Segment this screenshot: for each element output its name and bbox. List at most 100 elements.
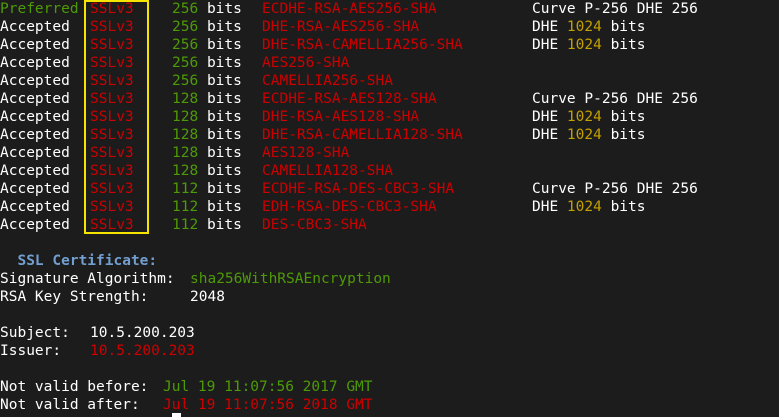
key-exchange-unit: bits — [601, 127, 646, 143]
subject-label: Subject: — [0, 325, 88, 341]
cipher-bits-unit: bits — [206, 127, 242, 143]
key-exchange: DHE 1024 bits — [532, 18, 646, 36]
key-exchange-label: DHE — [532, 37, 567, 53]
cipher-bits-value: 256 — [172, 55, 199, 71]
cipher-bits: 112 bits — [172, 180, 242, 198]
signature-line: Signature Algorithm: sha256WithRSAEncryp… — [0, 270, 779, 288]
issuer-value: 10.5.200.203 — [90, 343, 195, 359]
subject-value: 10.5.200.203 — [90, 325, 195, 341]
cipher-row: Preferred SSLv3 256 bits ECDHE-RSA-AES256-S… — [0, 0, 779, 18]
subject-line: Subject: 10.5.200.203 — [0, 324, 779, 342]
cipher-protocol: SSLv3 — [90, 127, 134, 143]
cipher-protocol: SSLv3 — [90, 163, 134, 179]
not-after-line: Not valid after: Jul 19 11:07:56 2018 GM… — [0, 396, 779, 414]
key-exchange: DHE 1024 bits — [532, 36, 646, 54]
cipher-bits: 128 bits — [172, 108, 242, 126]
cipher-bits: 128 bits — [172, 126, 242, 144]
cipher-bits-value: 128 — [172, 109, 199, 125]
cipher-status: Accepted — [0, 73, 70, 89]
key-strength-value: 2048 — [190, 289, 225, 305]
key-exchange: Curve P-256 DHE 256 — [532, 90, 698, 108]
cipher-protocol: SSLv3 — [90, 37, 134, 53]
key-exchange-unit: bits — [601, 109, 646, 125]
cipher-bits-unit: bits — [206, 1, 242, 17]
cipher-name: DES-CBC3-SHA — [262, 217, 367, 233]
cipher-bits: 256 bits — [172, 36, 242, 54]
cipher-bits-value: 128 — [172, 163, 199, 179]
cipher-bits-unit: bits — [206, 145, 242, 161]
cipher-bits-unit: bits — [206, 109, 242, 125]
cipher-bits: 256 bits — [172, 0, 242, 18]
cipher-protocol: SSLv3 — [90, 109, 134, 125]
cipher-status: Accepted — [0, 55, 70, 71]
cipher-status: Accepted — [0, 181, 70, 197]
signature-value: sha256WithRSAEncryption — [190, 271, 391, 287]
cipher-bits-value: 128 — [172, 145, 199, 161]
cipher-status: Accepted — [0, 37, 70, 53]
cipher-name: ECDHE-RSA-AES256-SHA — [262, 1, 437, 17]
key-exchange-size: 1024 — [566, 127, 602, 143]
cipher-name: CAMELLIA256-SHA — [262, 73, 393, 89]
terminal-cursor — [172, 413, 181, 417]
cipher-bits-value: 256 — [172, 73, 199, 89]
cipher-bits: 128 bits — [172, 144, 242, 162]
key-exchange-label: Curve P-256 DHE 256 — [532, 91, 698, 107]
cipher-name: CAMELLIA128-SHA — [262, 163, 393, 179]
cipher-bits-unit: bits — [206, 181, 242, 197]
cipher-row: Accepted SSLv3 128 bits AES128-SHA — [0, 144, 779, 162]
cipher-status: Accepted — [0, 163, 70, 179]
key-exchange-size: 1024 — [566, 109, 602, 125]
issuer-line: Issuer: 10.5.200.203 — [0, 342, 779, 360]
cipher-bits: 128 bits — [172, 90, 242, 108]
not-after-label: Not valid after: — [0, 397, 158, 413]
cipher-protocol: SSLv3 — [90, 145, 134, 161]
cipher-bits: 256 bits — [172, 72, 242, 90]
key-exchange: DHE 1024 bits — [532, 108, 646, 126]
terminal-window[interactable]: Preferred SSLv3 256 bits ECDHE-RSA-AES256-S… — [0, 0, 779, 417]
cipher-status: Accepted — [0, 127, 70, 143]
cipher-name: DHE-RSA-CAMELLIA256-SHA — [262, 37, 463, 53]
cipher-row: Accepted SSLv3 256 bits DHE-RSA-AES256-SHA D… — [0, 18, 779, 36]
key-exchange-size: 1024 — [566, 37, 602, 53]
cipher-bits-value: 112 — [172, 217, 199, 233]
cipher-bits: 128 bits — [172, 162, 242, 180]
cipher-row: Accepted SSLv3 112 bits ECDHE-RSA-DES-CBC3-… — [0, 180, 779, 198]
cipher-protocol: SSLv3 — [90, 1, 134, 17]
cipher-row: Accepted SSLv3 128 bits DHE-RSA-AES128-SHA D… — [0, 108, 779, 126]
key-strength-line: RSA Key Strength: 2048 — [0, 288, 779, 306]
not-before-label: Not valid before: — [0, 379, 158, 395]
signature-label: Signature Algorithm: — [0, 271, 184, 287]
cipher-name: DHE-RSA-AES256-SHA — [262, 19, 420, 35]
not-before-line: Not valid before: Jul 19 11:07:56 2017 G… — [0, 378, 779, 396]
cipher-status: Accepted — [0, 199, 70, 215]
cipher-row: Accepted SSLv3 128 bits CAMELLIA128-SHA — [0, 162, 779, 180]
cipher-protocol: SSLv3 — [90, 55, 134, 71]
cipher-name: AES128-SHA — [262, 145, 350, 161]
key-exchange-label: DHE — [532, 127, 567, 143]
not-before-value: Jul 19 11:07:56 2017 GMT — [163, 379, 373, 395]
cipher-protocol: SSLv3 — [90, 181, 134, 197]
cipher-status: Accepted — [0, 19, 70, 35]
cipher-bits-unit: bits — [206, 55, 242, 71]
cipher-bits-value: 256 — [172, 19, 199, 35]
cipher-name: ECDHE-RSA-DES-CBC3-SHA — [262, 181, 455, 197]
cipher-bits: 256 bits — [172, 18, 242, 36]
cipher-bits-unit: bits — [206, 217, 242, 233]
issuer-label: Issuer: — [0, 343, 88, 359]
key-exchange-label: DHE — [532, 19, 567, 35]
cert-heading: SSL Certificate: — [0, 253, 158, 269]
cipher-bits-unit: bits — [206, 73, 242, 89]
cipher-protocol: SSLv3 — [90, 73, 134, 89]
cipher-protocol: SSLv3 — [90, 19, 134, 35]
cipher-row: Accepted SSLv3 128 bits DHE-RSA-CAMELLIA128… — [0, 126, 779, 144]
cipher-bits-value: 112 — [172, 181, 199, 197]
cipher-bits: 112 bits — [172, 198, 242, 216]
key-exchange: Curve P-256 DHE 256 — [532, 0, 698, 18]
cipher-status: Accepted — [0, 145, 70, 161]
key-exchange: Curve P-256 DHE 256 — [532, 180, 698, 198]
cipher-bits-unit: bits — [206, 91, 242, 107]
cipher-bits-unit: bits — [206, 199, 242, 215]
cipher-protocol: SSLv3 — [90, 91, 134, 107]
cipher-name: AES256-SHA — [262, 55, 350, 71]
cipher-status: Preferred — [0, 1, 79, 17]
